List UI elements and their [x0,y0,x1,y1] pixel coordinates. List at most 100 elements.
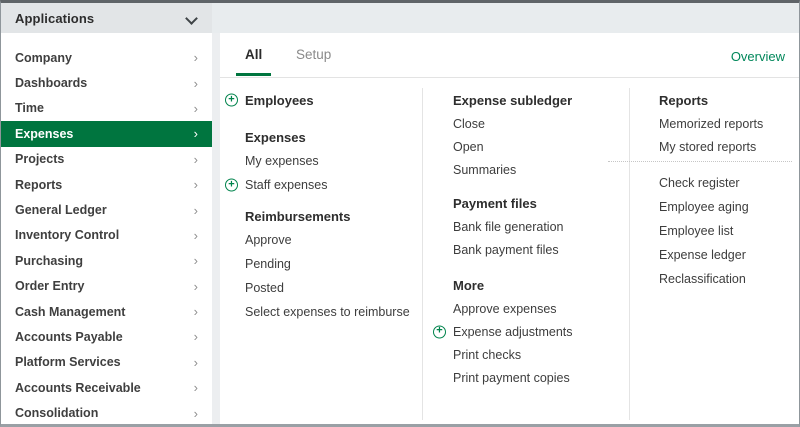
sidebar-item-label: Order Entry [15,279,84,293]
menu-link-print-payment-copies[interactable]: Print payment copies [428,366,627,389]
menu-link-expense-adjustments[interactable]: Expense adjustments [428,320,627,343]
sidebar-item-label: Accounts Receivable [15,381,141,395]
menu-link-approve[interactable]: Approve [220,228,420,252]
applications-sidebar: Company › Dashboards › Time › Expenses ›… [1,33,212,424]
sidebar-item-purchasing[interactable]: Purchasing › [1,248,212,273]
sidebar-item-inventory-control[interactable]: Inventory Control › [1,223,212,248]
app-window: Applications Company › Dashboards › Time… [0,0,800,427]
chevron-right-icon: › [194,51,198,64]
sidebar-item-label: Reports [15,178,62,192]
chevron-right-icon: › [194,305,198,318]
chevron-right-icon: › [194,330,198,343]
menu-link-label: Employee list [659,224,733,238]
section-header-more: More [428,273,627,297]
menu-link-label: Select expenses to reimburse [245,305,410,319]
chevron-right-icon: › [194,77,198,90]
sidebar-item-general-ledger[interactable]: General Ledger › [1,197,212,222]
sidebar-item-expenses[interactable]: Expenses › [1,121,212,146]
menu-link-label: Memorized reports [659,117,763,131]
menu-link-posted[interactable]: Posted [220,276,420,300]
menu-link-my-expenses[interactable]: My expenses [220,149,420,173]
chevron-right-icon: › [194,102,198,115]
menu-link-open[interactable]: Open [428,135,627,158]
applications-dropdown-label: Applications [15,11,94,26]
sidebar-item-accounts-receivable[interactable]: Accounts Receivable › [1,375,212,400]
menu-link-pending[interactable]: Pending [220,252,420,276]
sidebar-item-label: Consolidation [15,406,98,420]
menu-link-select-expenses-to-reimburse[interactable]: Select expenses to reimburse [220,300,420,324]
applications-dropdown[interactable]: Applications [1,3,212,33]
sidebar-item-accounts-payable[interactable]: Accounts Payable › [1,324,212,349]
section-header-reports: Reports [634,88,800,112]
sidebar-item-order-entry[interactable]: Order Entry › [1,274,212,299]
sidebar-item-label: Projects [15,152,64,166]
chevron-right-icon: › [194,178,198,191]
menu-link-label: Posted [245,281,284,295]
sidebar-item-dashboards[interactable]: Dashboards › [1,70,212,95]
tab-all[interactable]: All [236,47,271,76]
menu-link-employee-list[interactable]: Employee list [634,219,800,243]
sidebar-item-label: Cash Management [15,305,125,319]
sidebar-item-company[interactable]: Company › [1,45,212,70]
section-header-payment-files: Payment files [428,191,627,215]
menu-link-employee-aging[interactable]: Employee aging [634,195,800,219]
tab-setup[interactable]: Setup [296,47,331,73]
menu-column-1: Employees Expenses My expenses Staff exp… [220,88,420,324]
menu-link-label: Pending [245,257,291,271]
menu-column-2: Expense subledger Close Open Summaries P… [428,88,627,389]
menu-link-reclassification[interactable]: Reclassification [634,267,800,291]
menu-link-memorized-reports[interactable]: Memorized reports [634,112,800,135]
menu-link-label: Close [453,117,485,131]
add-circle-icon[interactable] [433,325,446,338]
menu-link-label: Expense ledger [659,248,746,262]
menu-link-check-register[interactable]: Check register [634,171,800,195]
menu-link-label: Summaries [453,163,516,177]
menu-link-bank-payment-files[interactable]: Bank payment files [428,238,627,261]
menu-link-label: Print checks [453,348,521,362]
column-separator [422,88,423,420]
menu-link-print-checks[interactable]: Print checks [428,343,627,366]
sidebar-item-label: Expenses [15,127,73,141]
menu-link-label: Reclassification [659,272,746,286]
expenses-menu-panel: All Setup Overview Employees Expenses My… [220,33,799,424]
body-row: Company › Dashboards › Time › Expenses ›… [1,33,799,424]
top-bar: Applications [1,3,799,33]
chevron-right-icon: › [194,381,198,394]
chevron-right-icon: › [194,254,198,267]
chevron-right-icon: › [194,356,198,369]
sidebar-item-label: Time [15,101,44,115]
sidebar-main-divider [212,33,220,424]
chevron-right-icon: › [194,127,198,140]
top-bar-spacer [212,3,799,33]
add-circle-icon[interactable] [225,179,238,192]
chevron-right-icon: › [194,204,198,217]
menu-link-label: Expense adjustments [453,325,573,339]
sidebar-item-consolidation[interactable]: Consolidation › [1,400,212,425]
sidebar-item-platform-services[interactable]: Platform Services › [1,350,212,375]
menu-link-employees[interactable]: Employees [220,88,420,112]
menu-link-label: Open [453,140,484,154]
menu-link-label: Employees [245,93,314,108]
sidebar-item-time[interactable]: Time › [1,96,212,121]
sidebar-item-projects[interactable]: Projects › [1,147,212,172]
sidebar-item-label: Platform Services [15,355,121,369]
menu-column-3: Reports Memorized reports My stored repo… [634,88,800,291]
menu-link-my-stored-reports[interactable]: My stored reports [634,135,800,158]
menu-link-label: Approve [245,233,292,247]
menu-link-label: Bank payment files [453,243,559,257]
sidebar-item-label: Purchasing [15,254,83,268]
menu-link-close[interactable]: Close [428,112,627,135]
add-circle-icon[interactable] [225,94,238,107]
menu-link-label: Staff expenses [245,178,327,192]
menu-link-summaries[interactable]: Summaries [428,158,627,181]
menu-link-label: Approve expenses [453,302,557,316]
overview-link[interactable]: Overview [731,49,785,64]
menu-link-staff-expenses[interactable]: Staff expenses [220,173,420,197]
chevron-right-icon: › [194,153,198,166]
sidebar-item-cash-management[interactable]: Cash Management › [1,299,212,324]
sidebar-item-reports[interactable]: Reports › [1,172,212,197]
menu-link-bank-file-generation[interactable]: Bank file generation [428,215,627,238]
menu-link-expense-ledger[interactable]: Expense ledger [634,243,800,267]
menu-link-approve-expenses[interactable]: Approve expenses [428,297,627,320]
menu-link-label: Employee aging [659,200,749,214]
